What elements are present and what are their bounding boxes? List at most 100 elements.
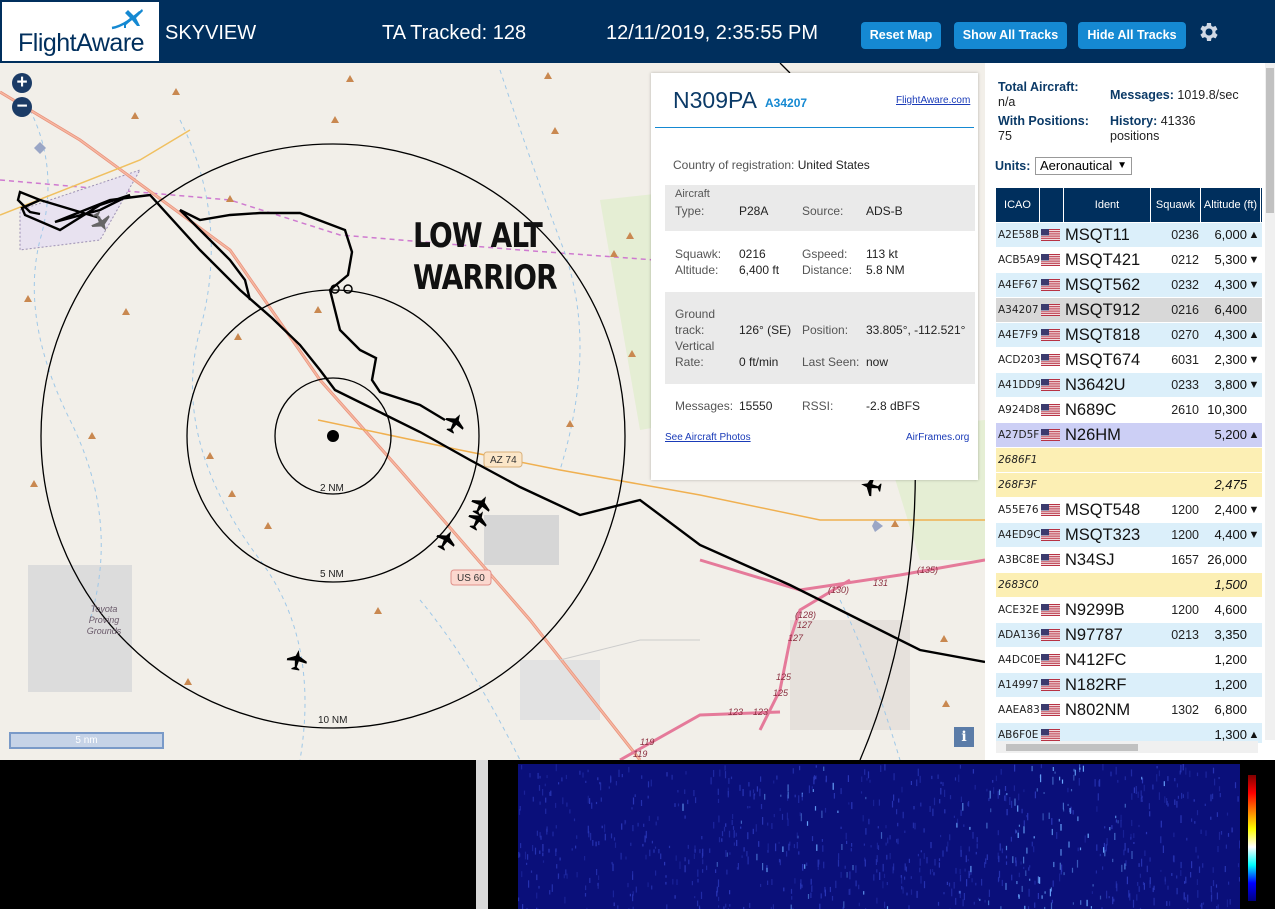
table-row[interactable]: ACB5A9 MSQT421 0212 5,300 ▼ — [996, 248, 1262, 272]
squawk-cell — [1154, 423, 1199, 447]
horizontal-scrollbar-thumb[interactable] — [1006, 744, 1138, 751]
altitude-cell: 1,500 — [1214, 577, 1247, 592]
table-row[interactable]: 268F3F 2,475 — [996, 473, 1262, 497]
table-row[interactable]: A4DC0E N412FC 1,200 — [996, 648, 1262, 672]
last-seen-label: Last Seen: — [802, 355, 860, 369]
chevron-down-icon: ▼ — [1117, 160, 1127, 171]
gspeed-value: 113 kt — [866, 247, 898, 261]
squawk-cell: 0233 — [1171, 378, 1199, 392]
table-row[interactable]: ACE32E N9299B 1200 4,600 — [996, 598, 1262, 622]
units-select[interactable]: Aeronautical ▼ — [1035, 157, 1132, 175]
ident-cell: N412FC — [1065, 651, 1127, 669]
altitude-cell: 5,300 — [1214, 252, 1247, 267]
history-unit: positions — [1110, 129, 1160, 143]
us-flag-icon — [1041, 504, 1060, 516]
altitude-trend-icon: ▼ — [1248, 354, 1260, 366]
table-header: ICAO Ident Squawk Altitude (ft) — [996, 188, 1262, 222]
us-flag-icon — [1041, 354, 1060, 366]
squawk-cell: 6031 — [1171, 353, 1199, 367]
us-flag-icon — [1041, 604, 1060, 616]
hide-all-tracks-button[interactable]: Hide All Tracks — [1078, 22, 1186, 49]
altitude-trend-icon: ▲ — [1248, 329, 1260, 341]
panel-divider[interactable] — [476, 760, 488, 909]
place-label-toyota: Toyota — [91, 604, 118, 614]
aircraft-type-label: Aircraft — [675, 188, 710, 200]
altitude-cell: 2,475 — [1214, 477, 1247, 492]
aircraft-icao: A34207 — [765, 96, 808, 110]
table-row[interactable]: 2683C0 1,500 — [996, 573, 1262, 597]
table-row[interactable]: AB6F0E 1,300 ▲ — [996, 723, 1262, 743]
track-section — [665, 292, 975, 384]
flightaware-logo[interactable]: FlightAware — [2, 2, 159, 61]
total-aircraft-label: Total Aircraft: — [998, 80, 1079, 94]
us-flag-icon — [1041, 529, 1060, 541]
with-positions-label: With Positions: — [998, 114, 1089, 128]
table-row[interactable]: A4E7F9 MSQT818 0270 4,300 ▲ — [996, 323, 1262, 347]
history-stat: History: 41336 — [1110, 114, 1195, 128]
col-altitude[interactable]: Altitude (ft) — [1201, 188, 1261, 222]
gear-icon[interactable] — [1196, 20, 1220, 44]
ident-cell: N26HM — [1065, 426, 1121, 444]
total-aircraft-value: n/a — [998, 95, 1016, 109]
scrollbar-thumb[interactable] — [1266, 68, 1274, 213]
country-value: United States — [797, 158, 870, 172]
altitude-label: Altitude: — [675, 263, 719, 277]
svg-text:125: 125 — [773, 688, 789, 698]
aircraft-photos-link[interactable]: See Aircraft Photos — [665, 432, 751, 443]
flightaware-link[interactable]: FlightAware.com — [896, 95, 970, 106]
table-row[interactable]: A55E76 MSQT548 1200 2,400 ▼ — [996, 498, 1262, 522]
squawk-cell: 0232 — [1171, 278, 1199, 292]
icao-cell: A3BC8E — [998, 554, 1040, 566]
zoom-in-button[interactable]: + — [12, 73, 32, 93]
altitude-cell: 5,200 — [1214, 427, 1247, 442]
icao-cell: A4ED9C — [998, 529, 1040, 541]
waterfall-spectrogram — [518, 764, 1240, 909]
table-row[interactable]: AAEA83 N802NM 1302 6,800 — [996, 698, 1262, 722]
table-row[interactable]: A14997 N182RF 1,200 — [996, 673, 1262, 697]
ident-cell: N689C — [1065, 401, 1117, 419]
icao-cell: A27D5F — [998, 429, 1040, 441]
svg-text:123: 123 — [728, 707, 743, 717]
distance-value: 5.8 NM — [866, 263, 905, 277]
altitude-trend-icon — [1248, 448, 1260, 472]
col-icao[interactable]: ICAO — [996, 188, 1040, 222]
col-ident[interactable]: Ident — [1064, 188, 1151, 222]
icao-cell: 2683C0 — [998, 579, 1039, 591]
table-row[interactable]: A2E58B MSQT11 0236 6,000 ▲ — [996, 223, 1262, 247]
table-row[interactable]: A4EF67 MSQT562 0232 4,300 ▼ — [996, 273, 1262, 297]
table-row[interactable]: A924D8 N689C 2610 10,300 — [996, 398, 1262, 422]
vertical-rate-value: 0 ft/min — [739, 355, 779, 369]
us-flag-icon — [1041, 329, 1060, 341]
table-row[interactable]: 2686F1 — [996, 448, 1262, 472]
ring-label-10nm: 10 NM — [318, 715, 347, 726]
table-row[interactable]: A4ED9C MSQT323 1200 4,400 ▼ — [996, 523, 1262, 547]
altitude-cell: 26,000 — [1207, 552, 1247, 567]
reset-map-button[interactable]: Reset Map — [861, 22, 941, 49]
show-all-tracks-button[interactable]: Show All Tracks — [954, 22, 1067, 49]
zoom-out-button[interactable]: − — [12, 97, 32, 117]
col-flag[interactable] — [1040, 188, 1064, 222]
col-squawk[interactable]: Squawk — [1151, 188, 1201, 222]
ident-cell — [1065, 473, 1151, 497]
ident-cell: MSQT912 — [1065, 301, 1141, 319]
airframes-link[interactable]: AirFrames.org — [906, 432, 969, 443]
top-header: FlightAware SKYVIEW TA Tracked: 128 12/1… — [0, 0, 1275, 63]
altitude-trend-icon — [1248, 398, 1260, 422]
table-row[interactable]: A34207 MSQT912 0216 6,400 — [996, 298, 1262, 322]
squawk-cell: 1200 — [1171, 503, 1199, 517]
icao-cell: ADA136 — [998, 629, 1040, 641]
table-row[interactable]: A3BC8E N34SJ 1657 26,000 — [996, 548, 1262, 572]
table-row[interactable]: A27D5F N26HM 5,200 ▲ — [996, 423, 1262, 447]
divider — [655, 127, 974, 128]
ident-cell: MSQT323 — [1065, 526, 1141, 544]
altitude-trend-icon — [1248, 598, 1260, 622]
info-icon[interactable]: i — [954, 727, 974, 747]
ident-cell: MSQT421 — [1065, 251, 1141, 269]
altitude-trend-icon: ▲ — [1248, 729, 1260, 741]
svg-text:127: 127 — [788, 633, 804, 643]
ring-label-2nm: 2 NM — [320, 483, 344, 494]
altitude-trend-icon — [1248, 298, 1260, 322]
table-row[interactable]: A41DD9 N3642U 0233 3,800 ▼ — [996, 373, 1262, 397]
table-row[interactable]: ACD203 MSQT674 6031 2,300 ▼ — [996, 348, 1262, 372]
table-row[interactable]: ADA136 N97787 0213 3,350 — [996, 623, 1262, 647]
